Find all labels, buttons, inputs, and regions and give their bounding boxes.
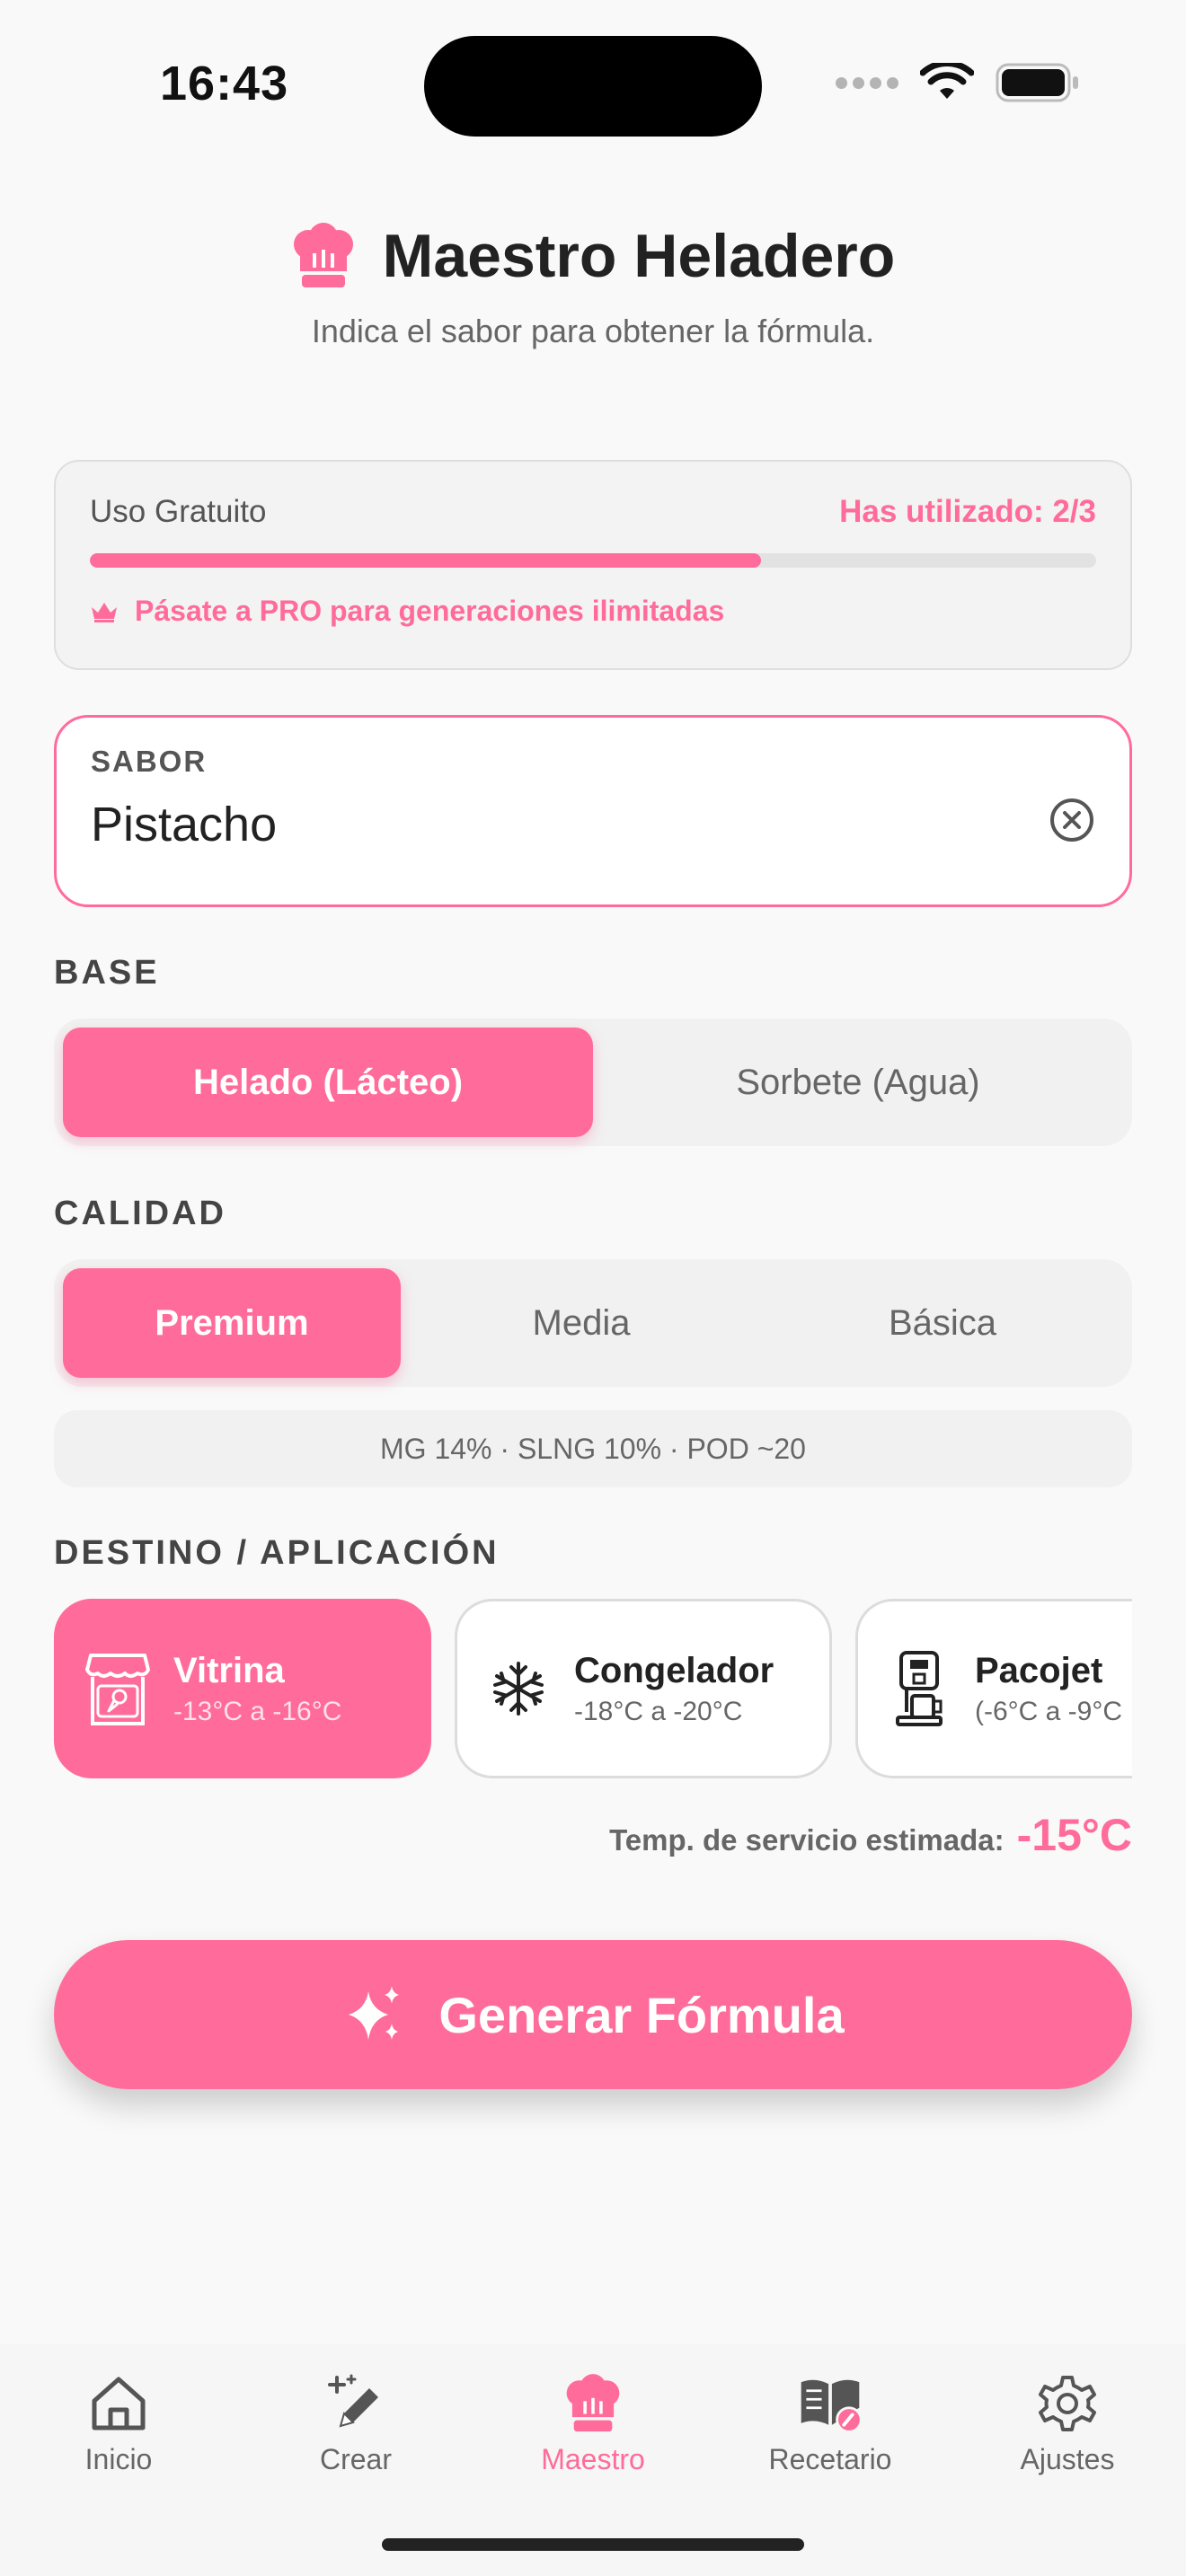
destination-temp: -18°C a -20°C bbox=[574, 1696, 743, 1726]
flavor-field: SABOR bbox=[54, 715, 1132, 907]
destination-name: Pacojet bbox=[975, 1650, 1103, 1690]
tab-label: Ajustes bbox=[1020, 2443, 1115, 2475]
base-segmented-control: Helado (Lácteo) Sorbete (Agua) bbox=[54, 1019, 1132, 1146]
gear-icon bbox=[1039, 2376, 1096, 2431]
snowflake-icon bbox=[493, 1662, 544, 1716]
base-section-label: BASE bbox=[54, 954, 160, 992]
chef-hat-icon bbox=[566, 2374, 620, 2432]
destination-card-vitrina[interactable]: Vitrina -13°C a -16°C bbox=[54, 1599, 431, 1778]
flavor-input[interactable] bbox=[91, 797, 989, 852]
tab-label: Crear bbox=[319, 2443, 392, 2475]
tab-ajustes[interactable]: Ajustes bbox=[978, 2344, 1157, 2576]
quality-info: MG 14% · SLNG 10% · POD ~20 bbox=[54, 1410, 1132, 1487]
sparkles-icon bbox=[349, 1986, 400, 2040]
pacojet-machine-icon bbox=[896, 1651, 943, 1726]
usage-label: Uso Gratuito bbox=[90, 494, 267, 529]
destination-temp: -13°C a -16°C bbox=[173, 1696, 342, 1726]
base-option-helado[interactable]: Helado (Lácteo) bbox=[63, 1028, 593, 1137]
page-subtitle: Indica el sabor para obtener la fórmula. bbox=[311, 313, 875, 349]
status-bar: 16:43 bbox=[0, 0, 1186, 171]
home-indicator bbox=[382, 2538, 804, 2551]
status-icons bbox=[836, 63, 1080, 102]
tab-inicio[interactable]: Inicio bbox=[29, 2344, 208, 2576]
destination-card-congelador[interactable]: Congelador -18°C a -20°C bbox=[455, 1599, 832, 1778]
usage-progress-fill bbox=[90, 553, 762, 568]
flavor-label: SABOR bbox=[91, 745, 208, 778]
destination-card-pacojet[interactable]: Pacojet (-6°C a -9°C bbox=[855, 1599, 1132, 1778]
clear-icon[interactable] bbox=[1047, 795, 1097, 845]
destination-name: Congelador bbox=[574, 1650, 774, 1690]
upgrade-pro-link[interactable]: Pásate a PRO para generaciones ilimitada… bbox=[90, 595, 1096, 628]
service-temperature: Temp. de servicio estimada: -15°C bbox=[609, 1809, 1132, 1861]
upgrade-pro-text: Pásate a PRO para generaciones ilimitada… bbox=[135, 595, 725, 627]
destination-section-label: DESTINO / APLICACIÓN bbox=[54, 1534, 500, 1572]
generate-formula-label: Generar Fórmula bbox=[438, 1986, 845, 2043]
recipe-book-icon bbox=[801, 2379, 863, 2433]
usage-count: Has utilizado: 2/3 bbox=[839, 494, 1096, 529]
quality-option-basica[interactable]: Básica bbox=[762, 1268, 1123, 1378]
status-time: 16:43 bbox=[160, 57, 289, 110]
tab-label: Recetario bbox=[768, 2443, 892, 2475]
base-option-sorbete[interactable]: Sorbete (Agua) bbox=[593, 1028, 1123, 1137]
quality-section-label: CALIDAD bbox=[54, 1195, 226, 1232]
destination-temp: (-6°C a -9°C bbox=[975, 1696, 1123, 1726]
crown-icon bbox=[92, 602, 117, 622]
cellular-signal-icon bbox=[836, 76, 898, 89]
tab-label: Maestro bbox=[541, 2443, 645, 2475]
dynamic-island bbox=[424, 36, 762, 137]
tab-label: Inicio bbox=[84, 2443, 153, 2475]
quality-segmented-control: Premium Media Básica bbox=[54, 1259, 1132, 1387]
battery-icon bbox=[996, 63, 1078, 102]
generate-formula-button[interactable]: Generar Fórmula bbox=[54, 1940, 1132, 2089]
destination-name: Vitrina bbox=[173, 1650, 285, 1690]
usage-progress-bar bbox=[90, 553, 1096, 568]
destination-carousel[interactable]: Vitrina -13°C a -16°C Congelador -18°C a… bbox=[54, 1599, 1132, 1780]
wifi-icon bbox=[920, 63, 974, 99]
page-header: Maestro Heladero Indica el sabor para ob… bbox=[0, 216, 1186, 350]
chef-hat-icon bbox=[293, 223, 353, 287]
magic-pencil-icon bbox=[328, 2374, 378, 2428]
service-temp-label: Temp. de servicio estimada: bbox=[609, 1823, 1005, 1857]
free-usage-card: Uso Gratuito Has utilizado: 2/3 Pásate a… bbox=[54, 460, 1132, 670]
service-temp-value: -15°C bbox=[1016, 1810, 1132, 1860]
quality-option-media[interactable]: Media bbox=[401, 1268, 762, 1378]
quality-option-premium[interactable]: Premium bbox=[63, 1268, 401, 1378]
home-icon bbox=[92, 2377, 146, 2430]
page-title: Maestro Heladero bbox=[382, 222, 896, 290]
display-case-icon bbox=[85, 1654, 150, 1725]
